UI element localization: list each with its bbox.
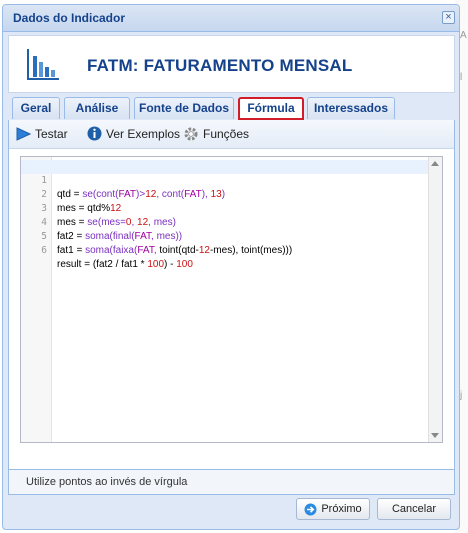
indicator-title: FATM: FATURAMENTO MENSAL bbox=[87, 56, 353, 75]
examples-label: Ver Exemplos bbox=[106, 126, 181, 141]
examples-button[interactable]: Ver Exemplos bbox=[87, 126, 180, 142]
tab-analise[interactable]: Análise bbox=[64, 97, 130, 119]
tab-geral[interactable]: Geral bbox=[12, 97, 60, 119]
code-text: fat1 = soma(faixa(FAT, toint(qtd-12-mes)… bbox=[57, 245, 293, 256]
close-icon: × bbox=[445, 11, 452, 23]
cancel-label: Cancelar bbox=[391, 503, 437, 515]
line-number: 6 bbox=[41, 245, 47, 256]
code-line[interactable]: 3 mes = se(mes=0, 12, mes) bbox=[21, 188, 442, 228]
gear-icon bbox=[184, 127, 198, 141]
hint-bar: Utilize pontos ao invés de vírgula bbox=[8, 469, 455, 495]
dialog-title: Dados do Indicador bbox=[13, 11, 126, 25]
test-button[interactable]: Testar bbox=[15, 126, 68, 142]
code-line[interactable]: 4 fat2 = soma(final(FAT, mes)) bbox=[21, 202, 442, 242]
tab-formula[interactable]: Fórmula bbox=[238, 97, 304, 120]
next-label: Próximo bbox=[321, 503, 362, 516]
next-button[interactable]: Próximo bbox=[296, 498, 370, 520]
formula-editor[interactable]: 1 qtd = se(cont(FAT)>12, cont(FAT), 13) … bbox=[20, 156, 443, 443]
indicator-header: FATM: FATURAMENTO MENSAL bbox=[8, 35, 455, 93]
test-label: Testar bbox=[35, 126, 68, 141]
tab-bar: Geral Análise Fonte de Dados Fórmula Int… bbox=[8, 95, 455, 121]
code-text: result = (fat2 / fat1 * 100) - 100 bbox=[57, 259, 193, 270]
bar-chart-icon bbox=[27, 49, 59, 80]
info-icon bbox=[87, 126, 102, 141]
editor-scrollbar[interactable] bbox=[428, 157, 442, 442]
scroll-up-arrow[interactable] bbox=[431, 161, 439, 166]
functions-label: Funções bbox=[203, 127, 250, 141]
close-button[interactable]: × bbox=[442, 11, 455, 24]
tab-fonte-de-dados[interactable]: Fonte de Dados bbox=[134, 97, 234, 119]
play-icon bbox=[16, 127, 31, 141]
code-line[interactable]: 6 result = (fat2 / fat1 * 100) - 100 bbox=[21, 230, 442, 270]
functions-button[interactable]: Funções bbox=[183, 126, 249, 142]
hint-text: Utilize pontos ao invés de vírgula bbox=[26, 476, 188, 488]
formula-panel: Testar Ver Exemplos Funções 1 qtd = se(c… bbox=[8, 120, 455, 495]
indicator-dialog: Dados do Indicador × FATM: FATURAMENTO M… bbox=[2, 4, 460, 530]
formula-toolbar: Testar Ver Exemplos Funções bbox=[9, 120, 454, 149]
code-line[interactable]: 2 mes = qtd%12 bbox=[21, 174, 442, 214]
dialog-titlebar: Dados do Indicador × bbox=[3, 5, 459, 32]
code-line[interactable]: 1 qtd = se(cont(FAT)>12, cont(FAT), 13) bbox=[21, 160, 442, 200]
scroll-down-arrow[interactable] bbox=[431, 433, 439, 438]
tab-interessados[interactable]: Interessados bbox=[307, 97, 395, 119]
code-line[interactable]: 5 fat1 = soma(faixa(FAT, toint(qtd-12-me… bbox=[21, 216, 442, 256]
cancel-button[interactable]: Cancelar bbox=[377, 498, 451, 520]
arrow-right-icon bbox=[304, 503, 317, 516]
